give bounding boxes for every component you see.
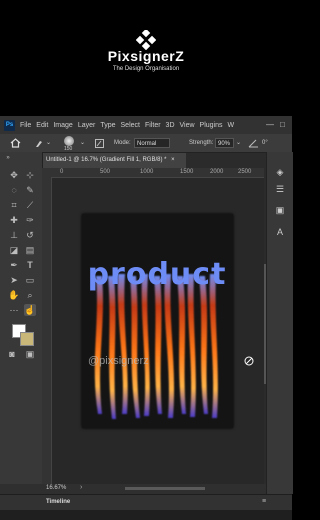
ruler-label-1500: 1500 [180,169,194,175]
adjustments-panel-icon[interactable]: ☰ [274,183,286,195]
minimize-button[interactable]: — [266,120,274,129]
properties-panel-icon[interactable]: ▣ [274,204,286,216]
photoshop-logo-icon: Ps [4,119,15,131]
history-brush-tool-icon[interactable]: ↺ [24,229,36,241]
menu-image[interactable]: Image [53,122,72,129]
brush-settings-icon[interactable] [95,139,104,148]
headline-text: product [88,257,227,292]
angle-value[interactable]: 0° [262,140,268,146]
menu-file[interactable]: File [20,122,31,129]
menu-view[interactable]: View [180,122,195,129]
panel-dock: ◈ ☰ ▣ A [266,152,293,494]
ruler-label-2500: 2500 [238,169,252,175]
strength-input[interactable]: 90% [215,138,234,148]
menu-plugins[interactable]: Plugins [200,122,223,129]
ruler-label-500: 500 [100,169,111,175]
bottom-strip [0,510,292,520]
status-bar: 16.67% › [0,484,266,494]
brush-tool-icon[interactable]: ✑ [24,214,36,226]
layers-panel-icon[interactable]: ◈ [274,166,286,178]
brand-name: PixsignerZ [107,48,185,64]
path-selection-tool-icon[interactable]: ➤ [8,274,20,286]
menu-3d[interactable]: 3D [166,122,175,129]
menu-type[interactable]: Type [100,122,115,129]
brand-header: PixsignerZ The Design Organisation [0,0,292,115]
eraser-tool-icon[interactable]: ◪ [8,244,20,256]
clone-stamp-tool-icon[interactable]: ⊥ [8,229,20,241]
shape-tool-icon[interactable]: ▭ [24,274,36,286]
smudge-tool-active-icon[interactable]: ☝ [24,304,36,316]
ruler-label-0: 0 [60,169,64,175]
ruler-label-2000: 2000 [210,169,224,175]
character-panel-icon[interactable]: A [274,226,286,238]
quick-mask-icon[interactable]: ◙ [6,348,18,360]
horizontal-ruler: 0 500 1000 1500 2000 2500 [42,168,264,178]
strength-label: Strength: [189,140,214,146]
move-tool-icon[interactable]: ✥ [8,169,20,181]
restore-button[interactable]: □ [280,120,285,129]
menu-edit[interactable]: Edit [36,122,48,129]
edit-toolbar-icon[interactable]: ⋯ [8,304,20,316]
document-canvas[interactable]: product @pixsignerz [82,214,233,428]
artboard-tool-icon[interactable]: ⊹ [24,169,36,181]
document-tab-close-icon[interactable]: × [171,157,175,163]
crop-tool-icon[interactable]: ⌗ [8,199,20,211]
photoshop-window: Ps File Edit Image Layer Type Select Fil… [0,116,293,520]
home-icon[interactable] [10,138,21,148]
status-info-chevron-icon[interactable]: › [80,484,82,491]
brush-chevron-icon[interactable]: ⌄ [80,139,85,146]
brand-tagline: The Design Organisation [112,66,180,72]
options-bar: ⌄ 150 ⌄ Mode: Normal Strength: 90% ⌄ 0° [0,134,292,153]
document-tab-title: Untitled-1 @ 16.7% (Gradient Fill 1, RGB… [46,157,167,163]
document-tab-bar: Untitled-1 @ 16.7% (Gradient Fill 1, RGB… [42,153,266,168]
menu-layer[interactable]: Layer [78,122,96,129]
type-tool-icon[interactable]: T [24,259,36,271]
eyedropper-tool-icon[interactable]: ⟋ [24,199,36,211]
background-color-swatch[interactable] [20,332,34,346]
menu-select[interactable]: Select [121,122,140,129]
screen-mode-icon[interactable]: ▣ [24,348,36,360]
timeline-menu-icon[interactable]: ≡ [262,498,266,505]
mode-select[interactable]: Normal [134,138,170,148]
brush-preview-icon[interactable] [64,136,74,146]
canvas-area[interactable]: 0 500 1000 1500 2000 2500 product @pixsi… [42,168,264,484]
timeline-tab[interactable]: Timeline [46,499,70,505]
pen-tool-icon[interactable]: ✒ [8,259,20,271]
brush-size-value: 150 [64,146,73,152]
menu-bar: Ps File Edit Image Layer Type Select Fil… [0,116,292,134]
zoom-tool-icon[interactable]: ⌕ [24,289,36,301]
timeline-panel: Timeline ≡ [0,494,292,511]
document-tab[interactable]: Untitled-1 @ 16.7% (Gradient Fill 1, RGB… [42,153,186,168]
ruler-label-1000: 1000 [140,169,154,175]
tool-preset-chevron-icon[interactable]: ⌄ [46,139,51,146]
gradient-tool-icon[interactable]: ▤ [24,244,36,256]
strength-chevron-icon[interactable]: ⌄ [236,139,241,146]
cursor-brush-icon [244,356,254,366]
vertical-ruler [42,177,52,484]
collapse-toolbar-icon[interactable]: » [2,152,14,164]
mode-label: Mode: [114,140,131,146]
horizontal-scroll-thumb[interactable] [125,487,205,490]
menu-filter[interactable]: Filter [145,122,161,129]
quick-selection-tool-icon[interactable]: ✎ [24,184,36,196]
watermark-text: @pixsignerz [88,355,149,367]
product-artwork: product @pixsignerz [88,257,227,419]
pixsignerz-logo-icon [136,30,156,50]
menu-window[interactable]: W [228,122,235,129]
lasso-tool-icon[interactable]: ◌ [8,184,20,196]
healing-brush-tool-icon[interactable]: ✚ [8,214,20,226]
angle-icon [248,139,258,148]
melt-streaks [94,274,218,419]
tools-panel: » ✥ ⊹ ◌ ✎ ⌗ ⟋ ✚ ✑ ⊥ ↺ ◪ ▤ ✒ T ➤ ▭ ✋ ⌕ ⋯ … [0,152,43,494]
zoom-level[interactable]: 16.67% [46,485,66,491]
hand-tool-icon[interactable]: ✋ [8,289,20,301]
smudge-tool-icon[interactable] [34,138,44,148]
